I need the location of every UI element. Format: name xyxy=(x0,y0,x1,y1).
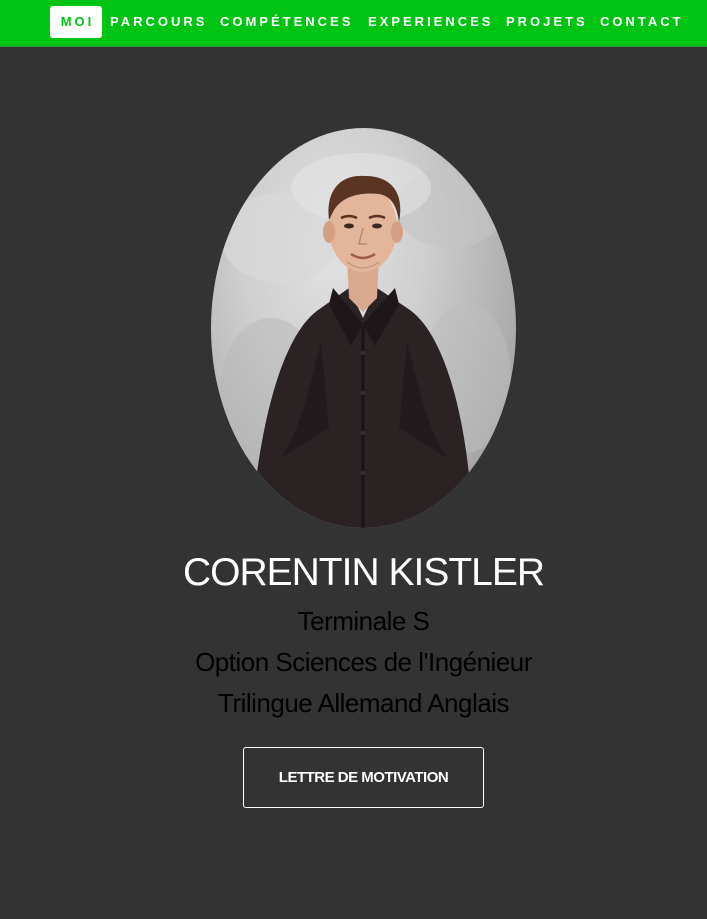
motivation-letter-button[interactable]: LETTRE DE MOTIVATION xyxy=(243,747,484,808)
nav-item-competences[interactable]: COMPÉTENCES xyxy=(220,6,353,38)
person-name-heading: CORENTIN KISTLER xyxy=(182,551,545,594)
profile-photo xyxy=(211,128,516,528)
subtitle-line-1: Terminale S xyxy=(297,606,430,636)
hero-section: CORENTIN KISTLER Terminale S Option Scie… xyxy=(0,48,707,919)
nav-item-parcours[interactable]: PARCOURS xyxy=(110,6,207,38)
nav-item-projets[interactable]: PROJETS xyxy=(506,6,588,38)
nav-item-moi[interactable]: MOI xyxy=(50,6,102,38)
nav-item-contact[interactable]: CONTACT xyxy=(600,6,684,38)
subtitle-line-3: Trilingue Allemand Anglais xyxy=(218,688,510,718)
nav-item-experiences[interactable]: EXPERIENCES xyxy=(368,6,493,38)
top-navbar: MOI PARCOURS COMPÉTENCES EXPERIENCES PRO… xyxy=(0,0,707,47)
person-portrait-illustration xyxy=(221,153,511,528)
subtitle-line-2: Option Sciences de l'Ingénieur xyxy=(195,647,532,677)
